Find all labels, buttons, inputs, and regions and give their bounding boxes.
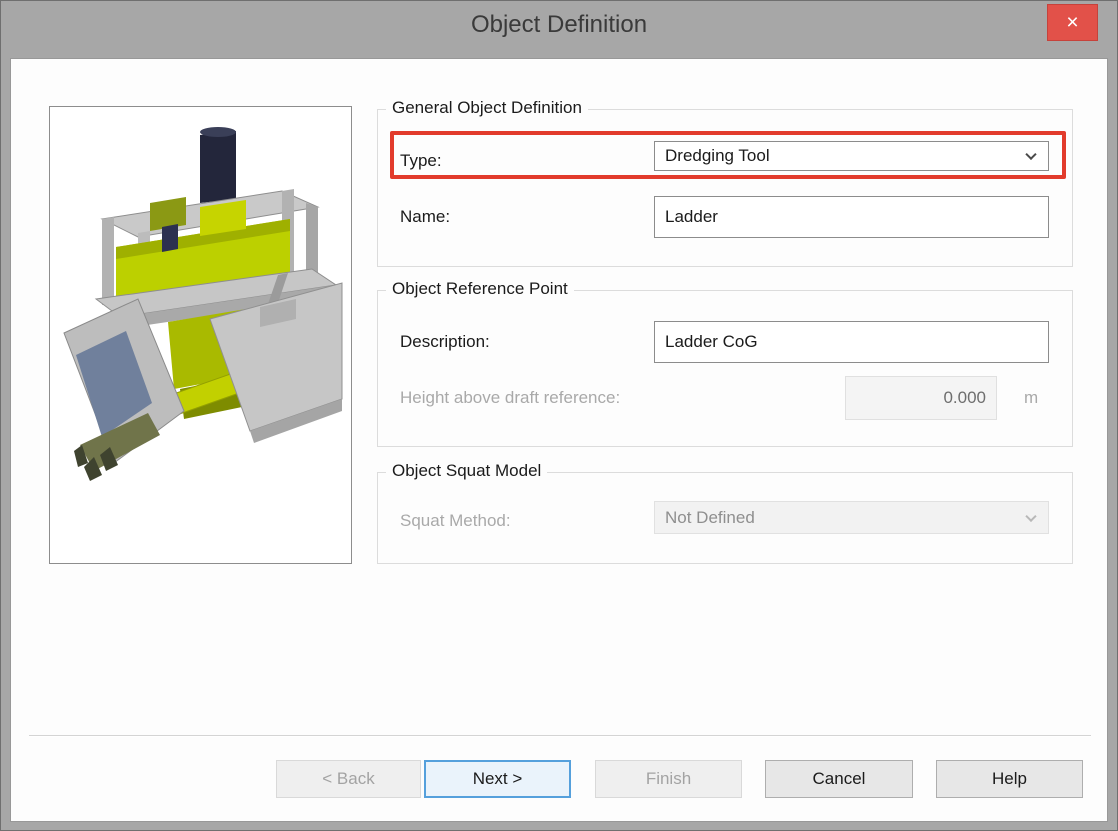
next-button[interactable]: Next > bbox=[424, 760, 571, 798]
dialog-title: Object Definition bbox=[1, 1, 1117, 49]
back-button: < Back bbox=[276, 760, 421, 798]
chevron-down-icon bbox=[1025, 510, 1036, 521]
description-label: Description: bbox=[400, 327, 490, 357]
height-unit-label: m bbox=[1024, 383, 1038, 413]
help-button[interactable]: Help bbox=[936, 760, 1083, 798]
finish-button: Finish bbox=[595, 760, 742, 798]
object-definition-dialog: Object Definition × bbox=[0, 0, 1118, 831]
close-icon: × bbox=[1066, 11, 1078, 34]
cancel-button[interactable]: Cancel bbox=[765, 760, 913, 798]
squat-method-dropdown: Not Defined bbox=[654, 501, 1049, 534]
close-button[interactable]: × bbox=[1047, 4, 1098, 41]
height-above-draft-input bbox=[845, 376, 997, 420]
group-title: General Object Definition bbox=[386, 98, 588, 118]
group-title: Object Squat Model bbox=[386, 461, 547, 481]
type-label: Type: bbox=[400, 146, 442, 176]
type-dropdown-value: Dredging Tool bbox=[665, 146, 770, 166]
object-preview-image bbox=[50, 107, 351, 563]
description-input[interactable] bbox=[654, 321, 1049, 363]
group-title: Object Reference Point bbox=[386, 279, 574, 299]
group-general-object-definition: General Object Definition Type: Dredging… bbox=[377, 109, 1073, 267]
name-label: Name: bbox=[400, 202, 450, 232]
group-object-reference-point: Object Reference Point Description: Heig… bbox=[377, 290, 1073, 447]
chevron-down-icon bbox=[1025, 149, 1036, 160]
squat-method-label: Squat Method: bbox=[400, 506, 511, 536]
object-preview bbox=[49, 106, 352, 564]
height-above-draft-label: Height above draft reference: bbox=[400, 383, 620, 413]
footer-divider bbox=[29, 735, 1091, 737]
titlebar: Object Definition bbox=[1, 1, 1117, 47]
group-object-squat-model: Object Squat Model Squat Method: Not Def… bbox=[377, 472, 1073, 564]
type-dropdown[interactable]: Dredging Tool bbox=[654, 141, 1049, 171]
dialog-body: General Object Definition Type: Dredging… bbox=[10, 58, 1108, 822]
squat-method-value: Not Defined bbox=[665, 508, 755, 528]
name-input[interactable] bbox=[654, 196, 1049, 238]
